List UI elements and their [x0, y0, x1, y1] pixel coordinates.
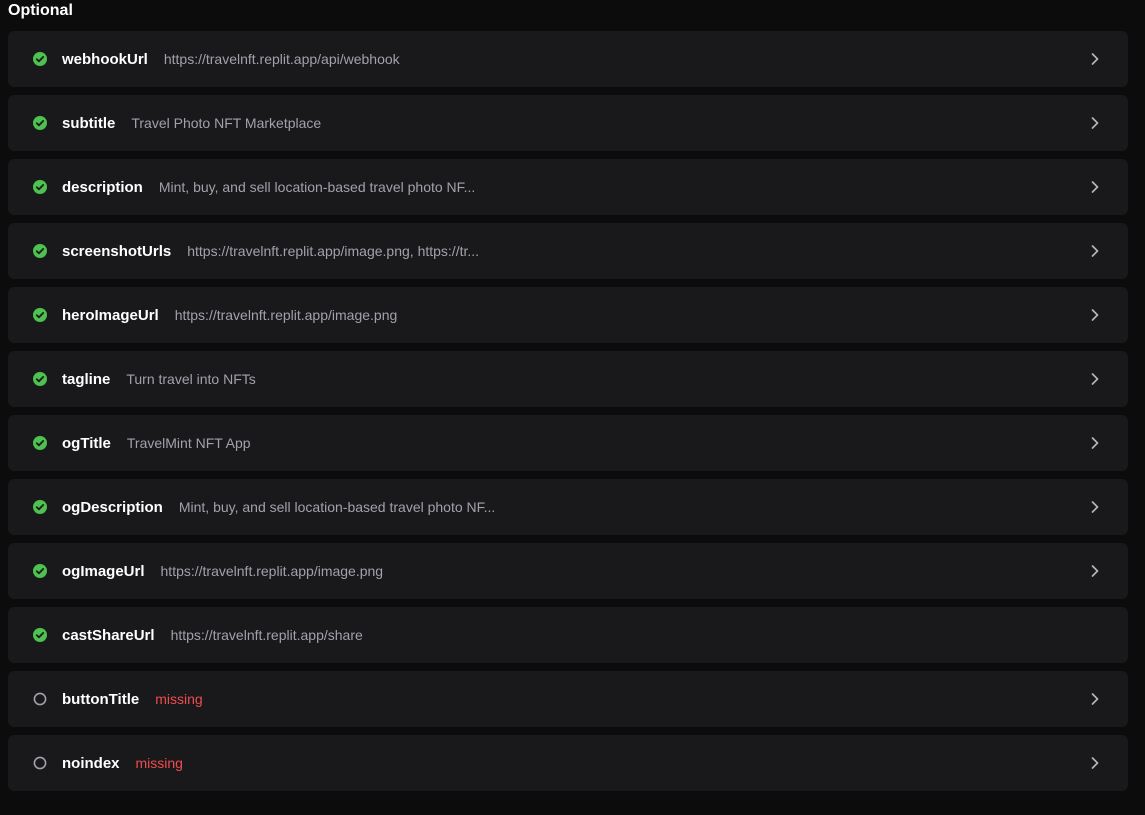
field-value: https://travelnft.replit.app/api/webhook	[163, 51, 400, 67]
check-circle-icon	[33, 628, 47, 642]
field-key: buttonTitle	[62, 690, 140, 708]
field-key: tagline	[62, 370, 111, 388]
field-row-noindex[interactable]: noindex missing	[8, 735, 1128, 791]
field-key: castShareUrl	[62, 626, 155, 644]
field-key: description	[62, 178, 143, 196]
missing-label: missing	[135, 755, 183, 771]
section-title: Optional	[8, 2, 73, 19]
field-row-castShareUrl: castShareUrl https://travelnft.replit.ap…	[8, 607, 1128, 663]
field-key: noindex	[62, 754, 120, 772]
chevron-right-icon[interactable]	[1090, 179, 1100, 195]
field-value: Travel Photo NFT Marketplace	[131, 115, 322, 131]
field-key: screenshotUrls	[62, 242, 172, 260]
missing-label: missing	[155, 691, 203, 707]
check-circle-icon	[33, 372, 47, 386]
field-key: ogDescription	[62, 498, 163, 516]
field-row-webhookUrl[interactable]: webhookUrl https://travelnft.replit.app/…	[8, 31, 1128, 87]
empty-circle-icon	[33, 692, 47, 706]
field-key: heroImageUrl	[62, 306, 159, 324]
field-value: https://travelnft.replit.app/share	[170, 627, 363, 643]
check-circle-icon	[33, 116, 47, 130]
chevron-right-icon[interactable]	[1090, 691, 1100, 707]
check-circle-icon	[33, 564, 47, 578]
field-value: Turn travel into NFTs	[126, 371, 256, 387]
field-value: https://travelnft.replit.app/image.png, …	[187, 243, 480, 259]
field-row-subtitle[interactable]: subtitle Travel Photo NFT Marketplace	[8, 95, 1128, 151]
check-circle-icon	[33, 244, 47, 258]
check-circle-icon	[33, 180, 47, 194]
chevron-right-icon[interactable]	[1090, 435, 1100, 451]
field-key: ogTitle	[62, 434, 111, 452]
optional-fields-list: webhookUrl https://travelnft.replit.app/…	[8, 31, 1128, 799]
chevron-right-icon[interactable]	[1090, 307, 1100, 323]
field-key: subtitle	[62, 114, 116, 132]
chevron-right-icon[interactable]	[1090, 755, 1100, 771]
field-key: webhookUrl	[62, 50, 148, 68]
field-value: https://travelnft.replit.app/image.png	[174, 307, 398, 323]
chevron-right-icon[interactable]	[1090, 563, 1100, 579]
field-row-screenshotUrls[interactable]: screenshotUrls https://travelnft.replit.…	[8, 223, 1128, 279]
field-row-description[interactable]: description Mint, buy, and sell location…	[8, 159, 1128, 215]
chevron-right-icon[interactable]	[1090, 499, 1100, 515]
field-row-heroImageUrl[interactable]: heroImageUrl https://travelnft.replit.ap…	[8, 287, 1128, 343]
field-row-ogDescription[interactable]: ogDescription Mint, buy, and sell locati…	[8, 479, 1128, 535]
field-row-ogTitle[interactable]: ogTitle TravelMint NFT App	[8, 415, 1128, 471]
check-circle-icon	[33, 52, 47, 66]
chevron-right-icon[interactable]	[1090, 243, 1100, 259]
field-value: https://travelnft.replit.app/image.png	[160, 563, 384, 579]
field-row-buttonTitle[interactable]: buttonTitle missing	[8, 671, 1128, 727]
field-row-ogImageUrl[interactable]: ogImageUrl https://travelnft.replit.app/…	[8, 543, 1128, 599]
field-row-tagline[interactable]: tagline Turn travel into NFTs	[8, 351, 1128, 407]
field-key: ogImageUrl	[62, 562, 145, 580]
chevron-right-icon[interactable]	[1090, 371, 1100, 387]
check-circle-icon	[33, 436, 47, 450]
chevron-right-icon[interactable]	[1090, 115, 1100, 131]
empty-circle-icon	[33, 756, 47, 770]
check-circle-icon	[33, 500, 47, 514]
check-circle-icon	[33, 308, 47, 322]
field-value: Mint, buy, and sell location-based trave…	[158, 179, 476, 195]
field-value: Mint, buy, and sell location-based trave…	[178, 499, 496, 515]
chevron-right-icon[interactable]	[1090, 51, 1100, 67]
field-value: TravelMint NFT App	[126, 435, 251, 451]
